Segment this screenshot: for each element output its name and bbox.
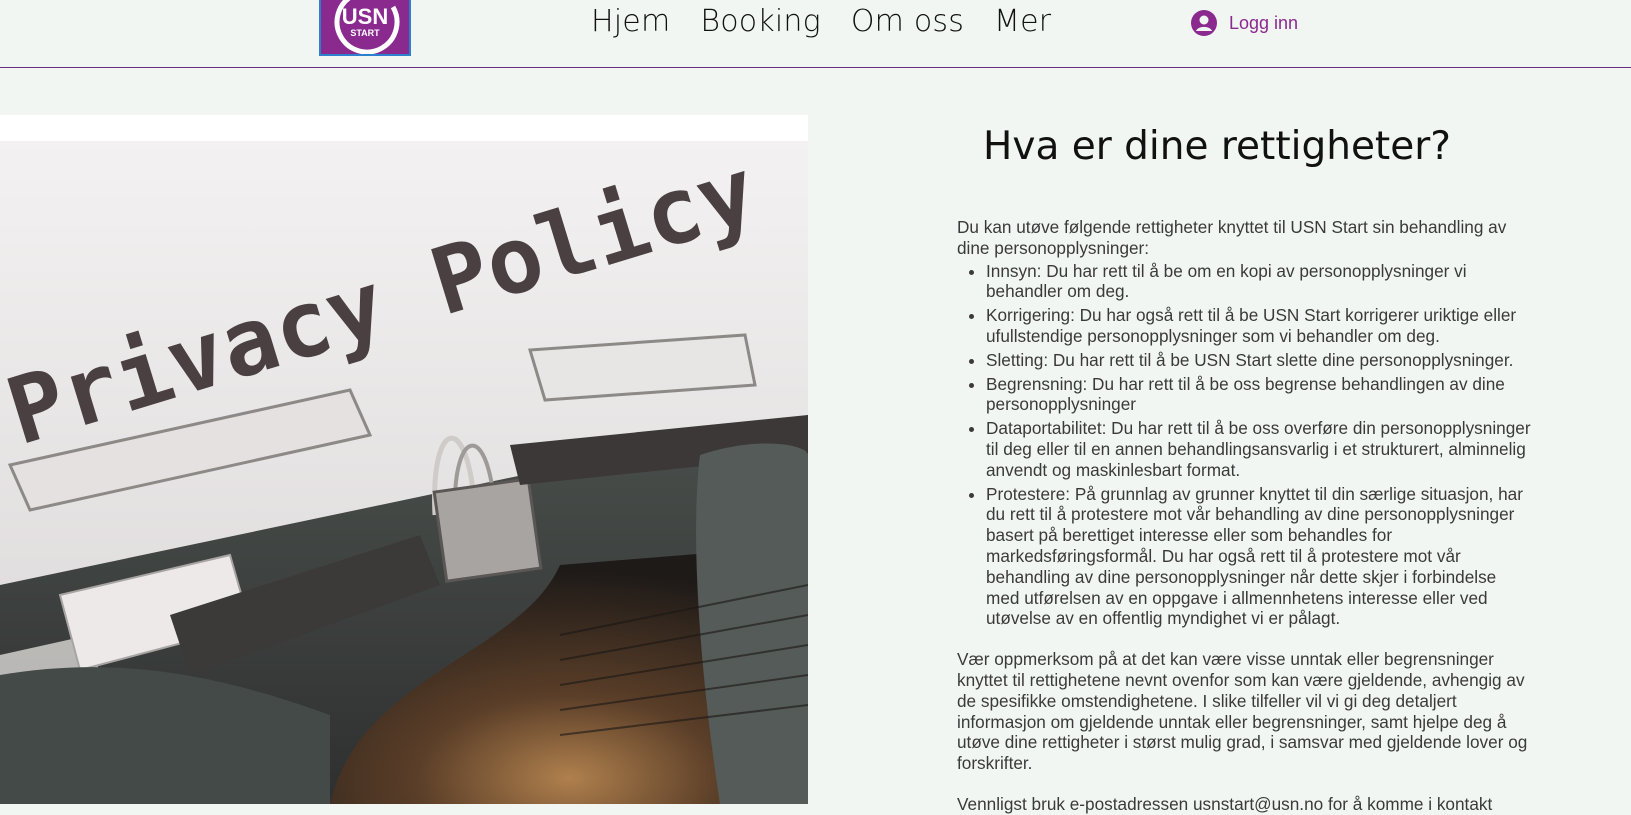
user-avatar-icon bbox=[1191, 10, 1217, 36]
login-label: Logg inn bbox=[1229, 12, 1299, 33]
list-item-dataportabilitet: Dataportabilitet: Du har rett til å be o… bbox=[986, 418, 1532, 480]
list-item-sletting: Sletting: Du har rett til å be USN Start… bbox=[986, 350, 1532, 371]
main-nav: Hjem Booking Om oss Mer bbox=[576, 0, 1066, 44]
list-item-begrensning: Begrensning: Du har rett til å be oss be… bbox=[986, 374, 1532, 416]
list-item-protestere: Protestere: På grunnlag av grunner knytt… bbox=[986, 484, 1532, 630]
login-button[interactable]: Logg inn bbox=[1191, 8, 1298, 38]
section-heading: Hva er dine rettigheter? bbox=[983, 124, 1451, 169]
contact-paragraph: Vennligst bruk e-postadressen usnstart@u… bbox=[957, 793, 1493, 814]
rights-text-block: Du kan utøve følgende rettigheter knytte… bbox=[957, 217, 1532, 815]
intro-paragraph: Du kan utøve følgende rettigheter knytte… bbox=[957, 217, 1507, 258]
logo-start-text: START bbox=[350, 28, 380, 38]
site-header: USN START Hjem Booking Om oss Mer Logg i… bbox=[0, 0, 1631, 68]
list-item-korrigering: Korrigering: Du har også rett til å be U… bbox=[986, 305, 1532, 347]
privacy-policy-image: Privacy Policy bbox=[0, 115, 808, 804]
exceptions-paragraph: Vær oppmerksom på at det kan være visse … bbox=[957, 649, 1528, 774]
nav-hjem[interactable]: Hjem bbox=[576, 0, 685, 44]
nav-booking[interactable]: Booking bbox=[685, 0, 835, 44]
rights-list: Innsyn: Du har rett til å be om en kopi … bbox=[957, 261, 1532, 630]
logo-usn-text: USN bbox=[342, 4, 388, 29]
usn-start-logo[interactable]: USN START bbox=[319, 0, 411, 56]
list-item-innsyn: Innsyn: Du har rett til å be om en kopi … bbox=[986, 261, 1532, 303]
rights-section: Hva er dine rettigheter? Du kan utøve fø… bbox=[957, 112, 1532, 814]
nav-om-oss[interactable]: Om oss bbox=[836, 0, 979, 44]
nav-mer[interactable]: Mer bbox=[979, 0, 1066, 44]
